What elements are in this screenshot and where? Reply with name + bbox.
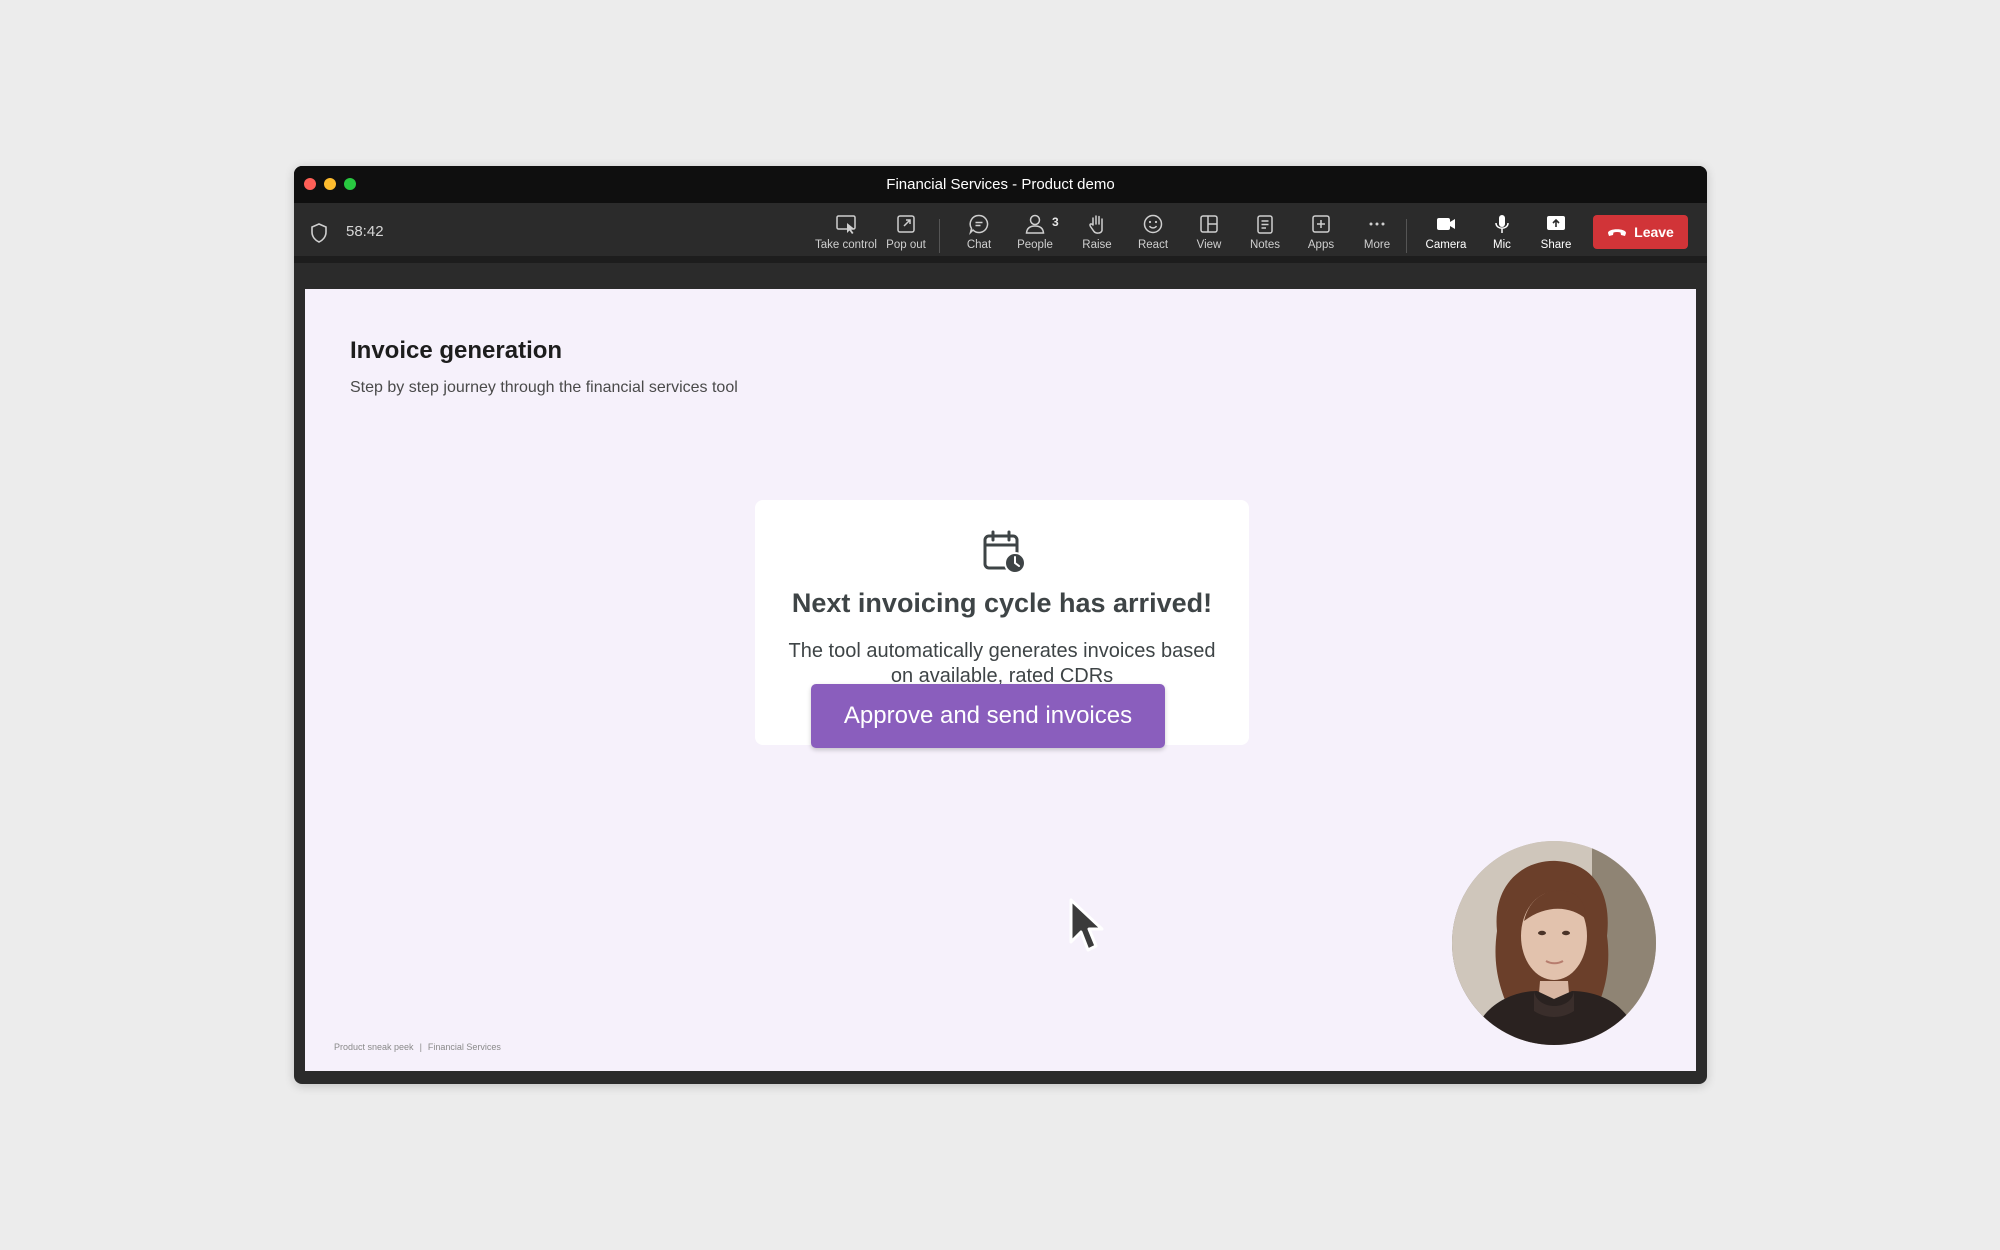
meeting-toolbar: 58:42 Take control Pop out Chat 3 People…: [294, 203, 1707, 263]
toolbar-divider: [939, 219, 940, 253]
notes-button[interactable]: Notes: [1240, 213, 1290, 257]
view-icon: [1200, 215, 1218, 233]
view-label: View: [1196, 239, 1222, 251]
chat-button[interactable]: Chat: [954, 213, 1004, 257]
view-button[interactable]: View: [1184, 213, 1234, 257]
hang-up-icon: [1608, 229, 1627, 236]
participant-video-avatar: [1452, 841, 1656, 1045]
people-label: People: [1017, 239, 1053, 251]
notes-label: Notes: [1249, 239, 1281, 251]
footer-left: Product sneak peek: [334, 1042, 414, 1052]
apps-icon: [1312, 215, 1330, 233]
slide-subtitle: Step by step journey through the financi…: [350, 379, 738, 396]
raise-hand-icon: [1089, 215, 1103, 234]
take-control-button[interactable]: Take control: [806, 213, 886, 257]
people-button[interactable]: 3 People: [1006, 213, 1064, 257]
mic-button[interactable]: Mic: [1480, 213, 1524, 257]
shared-screen: Invoice generation Step by step journey …: [305, 289, 1696, 1071]
share-button[interactable]: Share: [1531, 213, 1581, 257]
chat-label: Chat: [966, 239, 992, 251]
mic-label: Mic: [1493, 239, 1511, 251]
people-count-badge: 3: [1052, 215, 1059, 229]
raise-label: Raise: [1082, 239, 1112, 251]
leave-button[interactable]: Leave: [1593, 215, 1688, 249]
meeting-timer: 58:42: [346, 223, 384, 240]
pop-out-button[interactable]: Pop out: [876, 213, 936, 257]
toolbar-divider: [1406, 219, 1407, 253]
calendar-clock-icon: [983, 530, 1026, 574]
leave-label: Leave: [1634, 224, 1674, 240]
take-control-icon: [836, 215, 856, 234]
pop-out-label: Pop out: [886, 239, 926, 251]
participant-video-image: [1452, 841, 1656, 1045]
pop-out-icon: [897, 215, 915, 233]
more-icon: [1369, 222, 1385, 226]
meeting-window: Financial Services - Product demo 58:42 …: [294, 166, 1707, 1084]
title-bar: Financial Services - Product demo: [294, 166, 1707, 203]
people-icon: [1025, 214, 1045, 234]
card-title: Next invoicing cycle has arrived!: [791, 588, 1213, 618]
raise-hand-button[interactable]: Raise: [1072, 213, 1122, 257]
share-icon: [1547, 216, 1565, 230]
mouse-pointer-icon: [1069, 898, 1104, 952]
shield-icon: [311, 223, 327, 243]
take-control-label: Take control: [814, 239, 877, 251]
mic-icon: [1495, 215, 1509, 233]
more-label: More: [1363, 239, 1391, 251]
react-button[interactable]: React: [1128, 213, 1178, 257]
footer-right: Financial Services: [427, 1042, 501, 1052]
react-label: React: [1137, 239, 1169, 251]
card-body: The tool automatically generates invoice…: [788, 640, 1216, 687]
camera-icon: [1437, 218, 1455, 230]
apps-button[interactable]: Apps: [1296, 213, 1346, 257]
notes-icon: [1257, 215, 1273, 234]
apps-label: Apps: [1307, 239, 1335, 251]
footer-separator: |: [419, 1042, 422, 1052]
approve-and-send-invoices-button[interactable]: Approve and send invoices: [811, 684, 1165, 748]
camera-label: Camera: [1425, 239, 1467, 251]
share-label: Share: [1540, 239, 1572, 251]
chat-icon: [969, 214, 989, 235]
camera-button[interactable]: Camera: [1418, 213, 1474, 257]
slide-footer: Product sneak peek | Financial Services: [334, 1042, 501, 1052]
react-icon: [1143, 214, 1163, 234]
more-button[interactable]: More: [1352, 213, 1402, 257]
slide-title: Invoice generation: [350, 337, 563, 364]
window-title: Financial Services - Product demo: [886, 176, 1115, 193]
